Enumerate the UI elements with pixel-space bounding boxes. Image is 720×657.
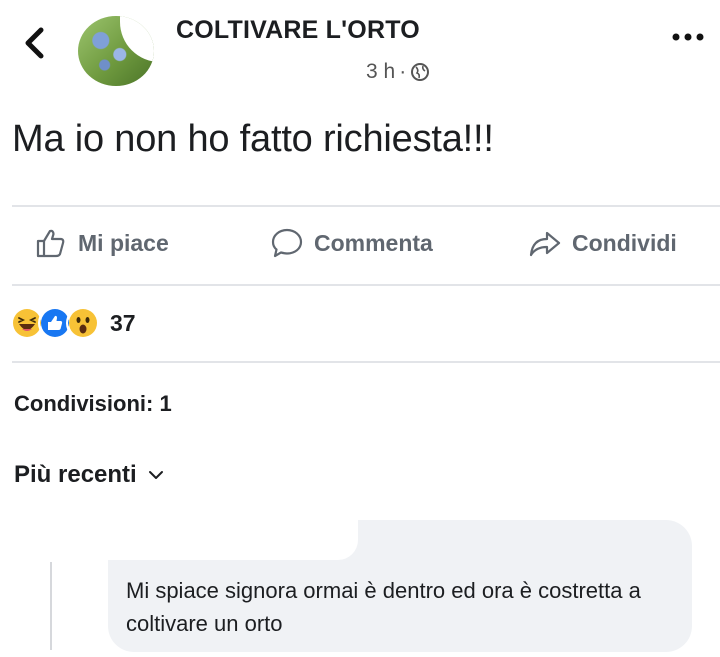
divider-top bbox=[12, 205, 720, 207]
page-name[interactable]: COLTIVARE L'ORTO bbox=[176, 16, 420, 45]
chevron-down-icon bbox=[148, 471, 163, 479]
divider-reactions bbox=[12, 361, 720, 363]
page-avatar[interactable] bbox=[78, 16, 154, 86]
sort-label: Più recenti bbox=[14, 461, 137, 488]
post-meta: 3 h · bbox=[366, 60, 430, 84]
comment-button[interactable]: Commenta bbox=[270, 226, 433, 260]
meta-separator: · bbox=[399, 60, 407, 83]
back-arrow-icon[interactable] bbox=[22, 26, 48, 60]
like-button[interactable]: Mi piace bbox=[34, 226, 169, 260]
comment-thread-line bbox=[50, 562, 52, 650]
comment-icon bbox=[271, 228, 303, 258]
comment-sort-dropdown[interactable]: Più recenti bbox=[14, 461, 165, 489]
more-dots-icon[interactable] bbox=[670, 30, 706, 44]
comment-author-area bbox=[108, 520, 358, 560]
wow-reaction-icon bbox=[66, 306, 100, 340]
thumbs-up-icon bbox=[36, 229, 65, 258]
share-button[interactable]: Condividi bbox=[528, 226, 677, 260]
comment-text: Mi spiace signora ormai è dentro ed ora … bbox=[126, 578, 641, 636]
comment-label: Commenta bbox=[314, 229, 433, 256]
like-label: Mi piace bbox=[78, 229, 169, 256]
post-time[interactable]: 3 h bbox=[366, 60, 395, 84]
post-text: Ma io non ho fatto richiesta!!! bbox=[12, 118, 494, 160]
shares-count[interactable]: Condivisioni: 1 bbox=[14, 391, 172, 417]
reactions-summary[interactable]: 37 bbox=[10, 306, 136, 340]
share-label: Condividi bbox=[572, 229, 677, 256]
divider-actions bbox=[12, 284, 720, 286]
globe-icon bbox=[411, 63, 430, 81]
reaction-count: 37 bbox=[110, 309, 136, 336]
share-arrow-icon bbox=[529, 231, 561, 257]
